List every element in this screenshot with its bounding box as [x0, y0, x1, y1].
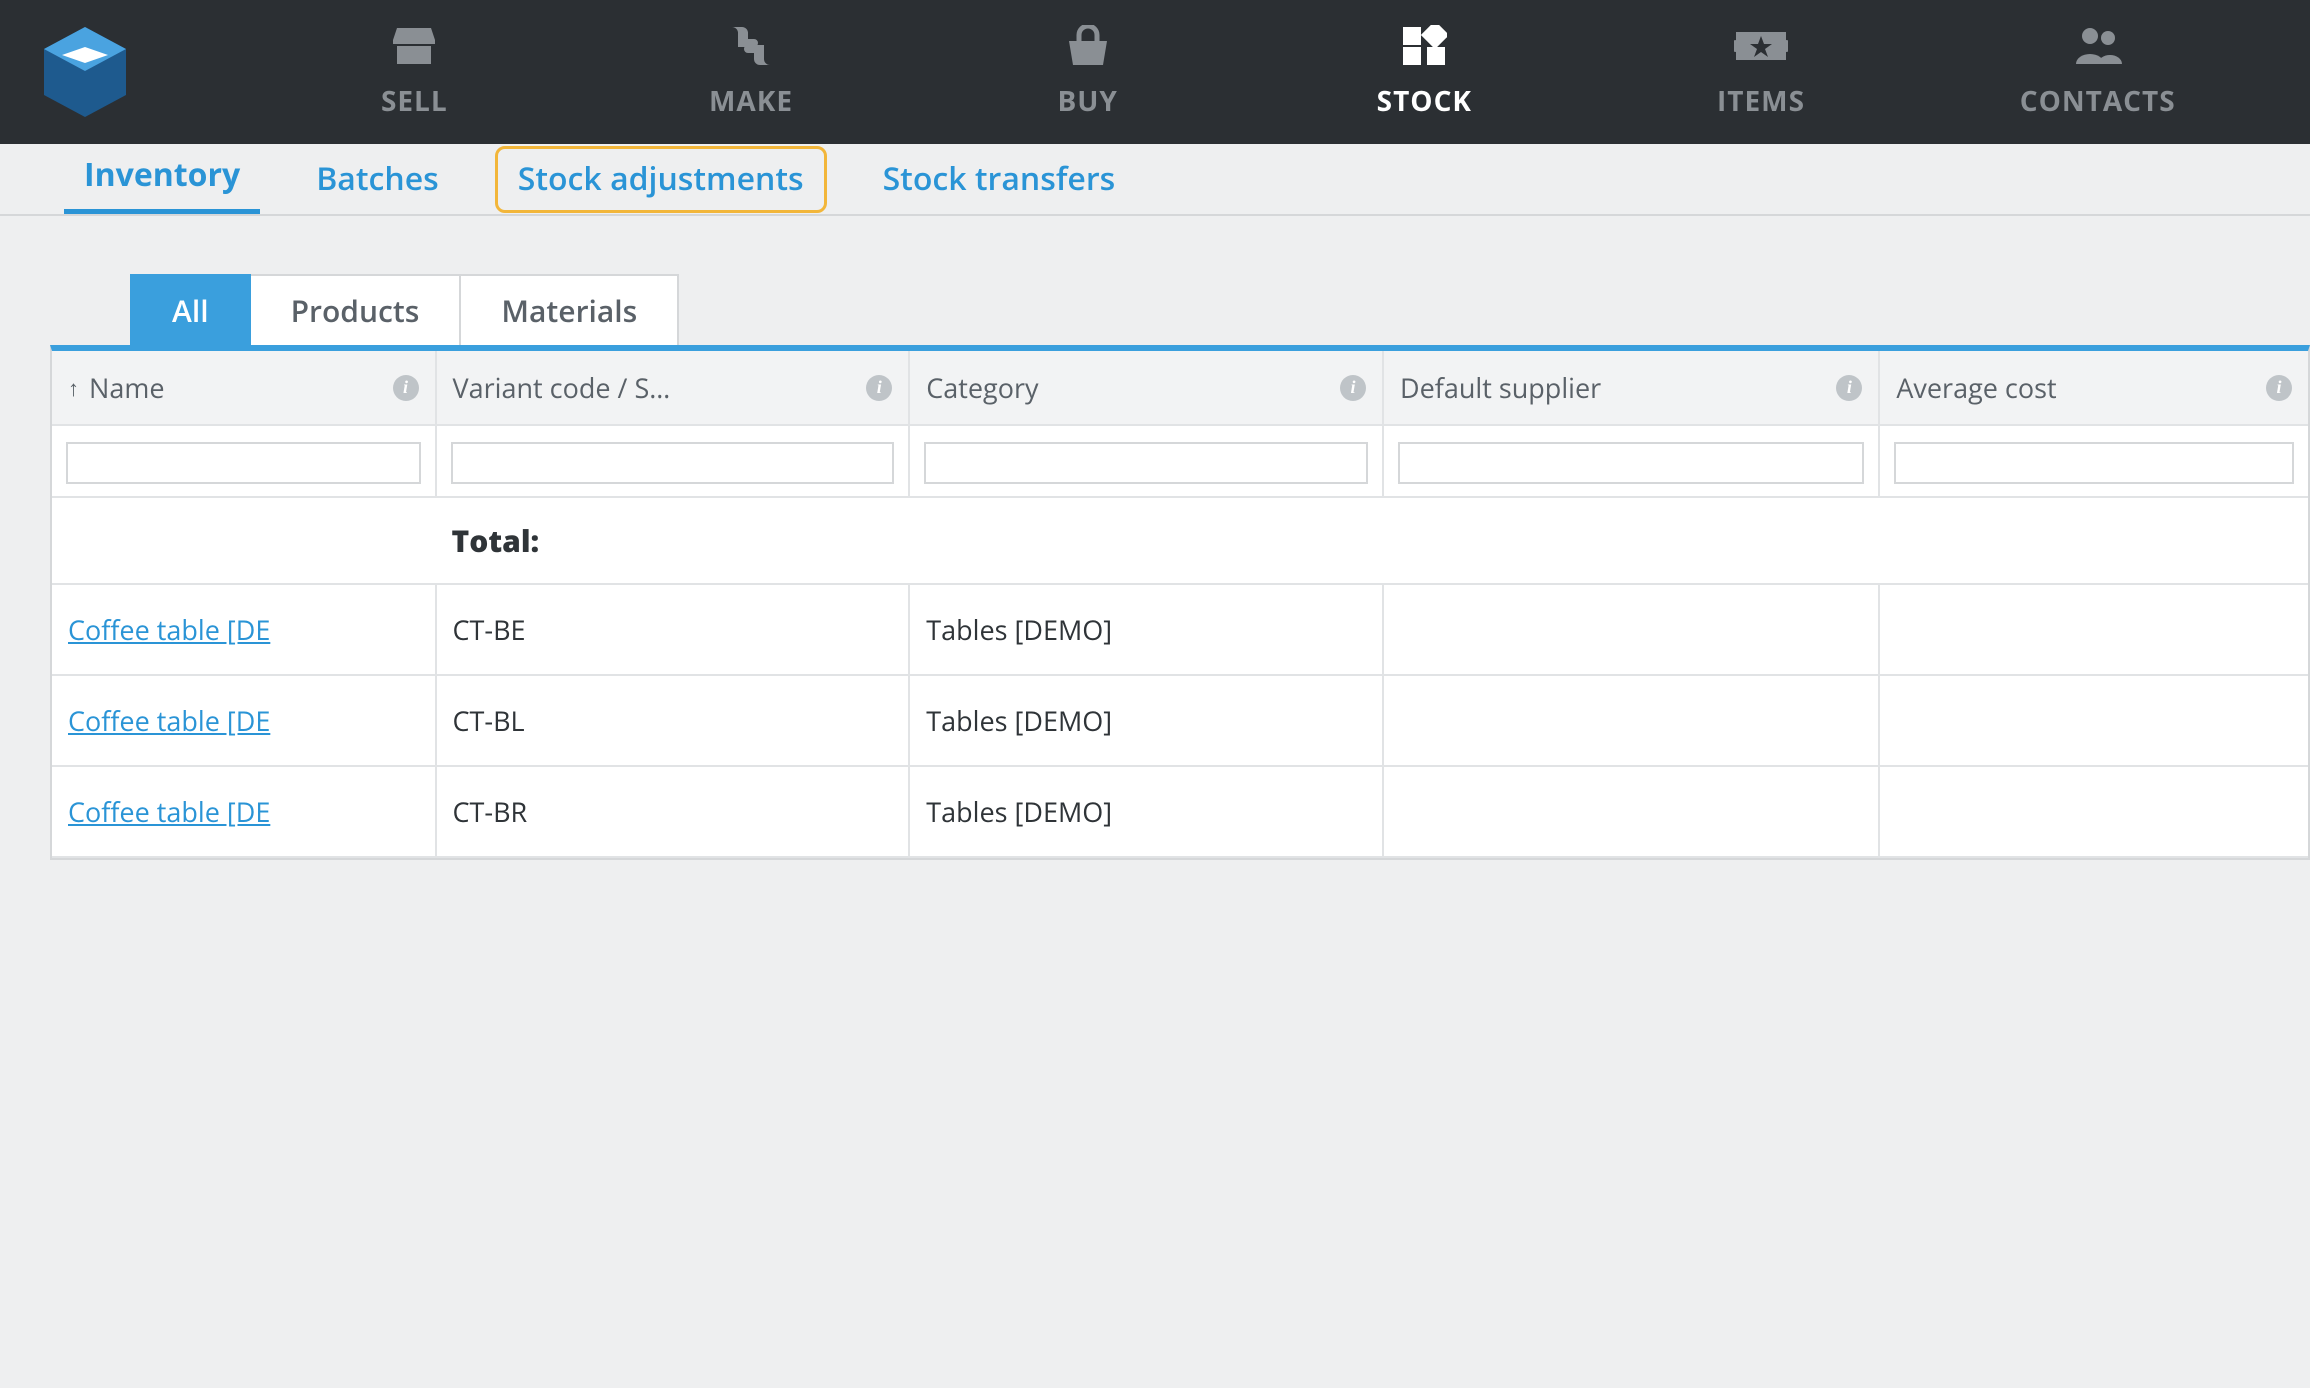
subnav-inventory[interactable]: Inventory [64, 145, 260, 214]
cell-category: Tables [DEMO] [909, 766, 1383, 857]
cell-supplier [1383, 584, 1879, 675]
nav-stock[interactable]: STOCK [1256, 0, 1593, 144]
topbar: SELL MAKE BUY STOCK ITEMS [0, 0, 2310, 144]
total-row: Total: [52, 497, 2308, 584]
cell-category: Tables [DEMO] [909, 584, 1383, 675]
nav-make[interactable]: MAKE [583, 0, 920, 144]
nav-label: MAKE [709, 82, 793, 120]
table-row: Coffee table [DE CT-BL Tables [DEMO] [52, 675, 2308, 766]
filter-code-input[interactable] [451, 442, 895, 484]
content: All Products Materials ↑ Name i [0, 216, 2310, 860]
filter-row [52, 425, 2308, 497]
filter-tab-materials[interactable]: Materials [461, 274, 679, 345]
info-icon[interactable]: i [393, 375, 419, 401]
col-name[interactable]: ↑ Name i [52, 351, 436, 425]
inventory-table: ↑ Name i Variant code / S… i Categ [50, 345, 2310, 860]
filter-category-input[interactable] [924, 442, 1368, 484]
item-link[interactable]: Coffee table [DE [68, 702, 270, 739]
subnav-batches[interactable]: Batches [296, 149, 459, 210]
filter-supplier-input[interactable] [1398, 442, 1864, 484]
topnav: SELL MAKE BUY STOCK ITEMS [246, 0, 2266, 144]
logo-icon [44, 27, 126, 117]
col-variant-code[interactable]: Variant code / S… i [436, 351, 910, 425]
cell-code: CT-BE [436, 584, 910, 675]
thumbs-icon [726, 24, 776, 68]
nav-sell[interactable]: SELL [246, 0, 583, 144]
cell-code: CT-BL [436, 675, 910, 766]
cell-avgcost [1879, 584, 2308, 675]
ticket-star-icon [1734, 24, 1788, 68]
col-label: Category [926, 369, 1038, 406]
cell-supplier [1383, 675, 1879, 766]
nav-label: CONTACTS [2020, 82, 2176, 120]
store-icon [391, 24, 437, 68]
subnav-stock-adjustments[interactable]: Stock adjustments [495, 146, 827, 213]
nav-contacts[interactable]: CONTACTS [1929, 0, 2266, 144]
table-row: Coffee table [DE CT-BR Tables [DEMO] [52, 766, 2308, 857]
info-icon[interactable]: i [1340, 375, 1366, 401]
subnav: Inventory Batches Stock adjustments Stoc… [0, 144, 2310, 216]
info-icon[interactable]: i [1836, 375, 1862, 401]
nav-label: BUY [1057, 82, 1117, 120]
cell-category: Tables [DEMO] [909, 675, 1383, 766]
info-icon[interactable]: i [2266, 375, 2292, 401]
subnav-stock-transfers[interactable]: Stock transfers [863, 149, 1136, 210]
info-icon[interactable]: i [866, 375, 892, 401]
table-row: Coffee table [DE CT-BE Tables [DEMO] [52, 584, 2308, 675]
basket-icon [1063, 24, 1113, 68]
col-label: Variant code / S… [453, 369, 671, 406]
col-default-supplier[interactable]: Default supplier i [1383, 351, 1879, 425]
col-average-cost[interactable]: Average cost i [1879, 351, 2308, 425]
cell-supplier [1383, 766, 1879, 857]
people-icon [2072, 24, 2124, 68]
nav-items[interactable]: ITEMS [1593, 0, 1930, 144]
table-header-row: ↑ Name i Variant code / S… i Categ [52, 351, 2308, 425]
nav-label: STOCK [1377, 82, 1472, 120]
filter-tab-products[interactable]: Products [251, 274, 462, 345]
item-link[interactable]: Coffee table [DE [68, 611, 270, 648]
filter-tabs: All Products Materials [130, 274, 2310, 345]
col-category[interactable]: Category i [909, 351, 1383, 425]
sort-asc-icon: ↑ [68, 373, 79, 403]
col-label: Average cost [1896, 369, 2056, 406]
nav-label: SELL [381, 82, 448, 120]
grid-icon [1401, 24, 1447, 68]
cell-avgcost [1879, 766, 2308, 857]
filter-name-input[interactable] [66, 442, 421, 484]
cell-avgcost [1879, 675, 2308, 766]
col-label: Default supplier [1400, 369, 1601, 406]
filter-avgcost-input[interactable] [1894, 442, 2294, 484]
item-link[interactable]: Coffee table [DE [68, 793, 270, 830]
filter-tab-all[interactable]: All [130, 274, 251, 345]
nav-label: ITEMS [1717, 82, 1805, 120]
col-label: Name [89, 369, 165, 406]
app-logo[interactable] [44, 0, 126, 144]
cell-code: CT-BR [436, 766, 910, 857]
total-label: Total: [436, 497, 910, 584]
nav-buy[interactable]: BUY [919, 0, 1256, 144]
